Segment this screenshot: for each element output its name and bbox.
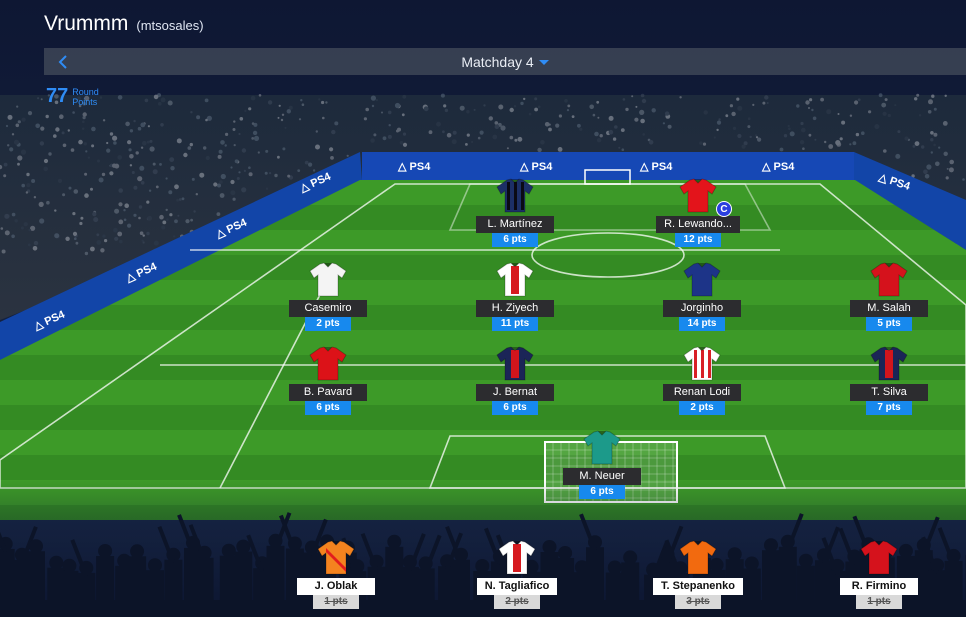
player-name: N. Tagliafico xyxy=(476,578,558,595)
jersey-icon xyxy=(498,540,536,575)
round-points-label-line1: Round xyxy=(72,86,99,97)
jersey-icon xyxy=(309,346,347,381)
caret-down-icon xyxy=(538,59,549,65)
player-name: M. Neuer xyxy=(563,468,641,485)
player-points: 1 pts xyxy=(856,595,902,609)
player-points: 6 pts xyxy=(579,485,625,499)
player-jersey xyxy=(678,540,718,576)
player-card[interactable]: M. Neuer 6 pts xyxy=(540,430,664,499)
round-points-label-line2: Points xyxy=(72,96,98,107)
player-points: 1 pts xyxy=(313,595,359,609)
player-jersey xyxy=(497,540,537,576)
team-header: Vrummm (mtsosales) xyxy=(44,12,204,36)
player-name: B. Pavard xyxy=(289,384,367,401)
player-name: M. Salah xyxy=(850,300,928,317)
player-card[interactable]: Casemiro 2 pts xyxy=(266,262,390,331)
player-card[interactable]: L. Martínez 6 pts xyxy=(453,178,577,247)
jersey-icon xyxy=(870,346,908,381)
jersey-icon xyxy=(683,262,721,297)
player-jersey: C xyxy=(678,178,732,217)
player-card[interactable]: C R. Lewando... 12 pts xyxy=(636,178,760,247)
player-points: 2 pts xyxy=(679,401,725,415)
player-name: J. Oblak xyxy=(297,578,375,595)
player-points: 12 pts xyxy=(675,233,721,247)
player-name: Casemiro xyxy=(289,300,367,317)
player-points: 2 pts xyxy=(494,595,540,609)
jersey-icon xyxy=(860,540,898,575)
chevron-left-icon xyxy=(58,54,67,69)
jersey-icon xyxy=(870,262,908,297)
player-card[interactable]: J. Bernat 6 pts xyxy=(453,346,577,415)
jersey-icon xyxy=(496,262,534,297)
svg-text:△ PS4: △ PS4 xyxy=(397,161,431,173)
manager-username: (mtsosales) xyxy=(136,18,204,33)
player-points: 3 pts xyxy=(675,595,721,609)
player-name: T. Stepanenko xyxy=(653,578,743,595)
jersey-icon xyxy=(317,540,355,575)
player-name: L. Martínez xyxy=(476,216,554,233)
player-name: J. Bernat xyxy=(476,384,554,401)
jersey-icon xyxy=(679,178,717,213)
player-card[interactable]: T. Silva 7 pts xyxy=(827,346,951,415)
player-name: Jorginho xyxy=(663,300,741,317)
matchday-dropdown[interactable]: Matchday 4 xyxy=(461,53,549,70)
back-button[interactable] xyxy=(54,52,72,71)
player-jersey xyxy=(582,430,622,466)
player-jersey xyxy=(859,540,899,576)
round-points-value: 77 xyxy=(46,85,69,107)
player-points: 6 pts xyxy=(492,401,538,415)
player-jersey xyxy=(495,346,535,382)
player-jersey xyxy=(682,262,722,298)
jersey-icon xyxy=(496,178,534,213)
bench-player-card[interactable]: R. Firmino 1 pts xyxy=(817,540,941,609)
jersey-icon xyxy=(683,346,721,381)
matchday-label: Matchday 4 xyxy=(461,53,534,70)
player-points: 14 pts xyxy=(679,317,725,331)
player-jersey xyxy=(495,262,535,298)
svg-text:△ PS4: △ PS4 xyxy=(761,161,795,173)
player-points: 2 pts xyxy=(305,317,351,331)
player-name: Renan Lodi xyxy=(663,384,741,401)
player-points: 6 pts xyxy=(305,401,351,415)
jersey-icon xyxy=(496,346,534,381)
round-points: 77 Round Points xyxy=(46,85,99,108)
player-jersey xyxy=(308,346,348,382)
player-jersey xyxy=(869,262,909,298)
captain-badge: C xyxy=(716,201,732,217)
round-points-label: Round Points xyxy=(72,87,99,107)
svg-text:△ PS4: △ PS4 xyxy=(639,161,673,173)
jersey-icon xyxy=(309,262,347,297)
player-points: 5 pts xyxy=(866,317,912,331)
team-name: Vrummm xyxy=(44,12,129,35)
svg-text:△ PS4: △ PS4 xyxy=(519,161,553,173)
player-jersey xyxy=(316,540,356,576)
player-jersey xyxy=(495,178,535,214)
player-card[interactable]: B. Pavard 6 pts xyxy=(266,346,390,415)
player-name: H. Ziyech xyxy=(476,300,554,317)
player-jersey xyxy=(682,346,722,382)
player-points: 7 pts xyxy=(866,401,912,415)
player-name: T. Silva xyxy=(850,384,928,401)
player-jersey xyxy=(869,346,909,382)
player-points: 6 pts xyxy=(492,233,538,247)
player-jersey xyxy=(308,262,348,298)
player-card[interactable]: Renan Lodi 2 pts xyxy=(640,346,764,415)
bench-player-card[interactable]: T. Stepanenko 3 pts xyxy=(636,540,760,609)
jersey-icon xyxy=(583,430,621,465)
player-points: 11 pts xyxy=(492,317,538,331)
matchday-bar: Matchday 4 xyxy=(44,48,966,75)
player-name: R. Firmino xyxy=(840,578,918,595)
player-card[interactable]: Jorginho 14 pts xyxy=(640,262,764,331)
player-card[interactable]: H. Ziyech 11 pts xyxy=(453,262,577,331)
bench-player-card[interactable]: N. Tagliafico 2 pts xyxy=(455,540,579,609)
bench-player-card[interactable]: J. Oblak 1 pts xyxy=(274,540,398,609)
player-card[interactable]: M. Salah 5 pts xyxy=(827,262,951,331)
jersey-icon xyxy=(679,540,717,575)
player-name: R. Lewando... xyxy=(656,216,740,233)
